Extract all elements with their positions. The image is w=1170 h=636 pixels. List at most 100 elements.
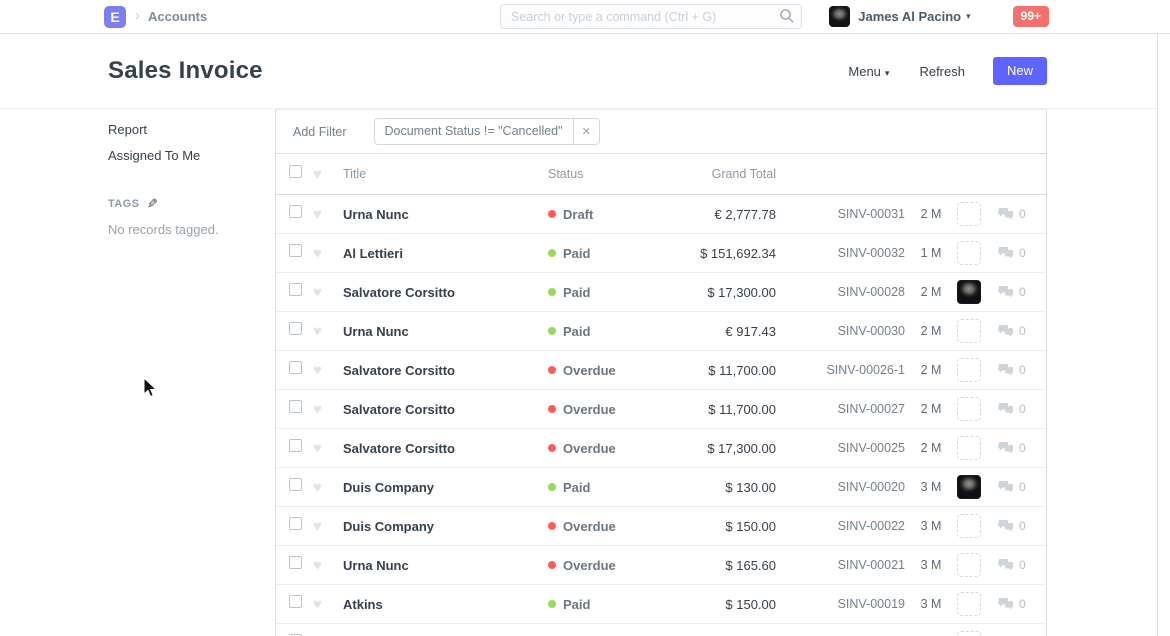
row-checkbox[interactable] bbox=[289, 283, 302, 296]
invoice-id-link[interactable]: SINV-00032 bbox=[776, 246, 905, 260]
assignment-avatar[interactable] bbox=[957, 475, 981, 499]
table-row[interactable]: ♥ Duis Company Overdue $ 150.00 SINV-000… bbox=[276, 507, 1046, 546]
comment-count: 0 bbox=[1019, 480, 1026, 494]
table-row[interactable]: ♥ Salvatore Corsitto Overdue $ 11,700.00… bbox=[276, 351, 1046, 390]
edit-tags-pencil-icon[interactable]: ✎ bbox=[147, 196, 158, 212]
assignment-avatar[interactable] bbox=[957, 319, 981, 343]
filter-chip-label[interactable]: Document Status != "Cancelled" bbox=[375, 119, 573, 144]
row-title-link[interactable]: Duis Company bbox=[343, 480, 548, 495]
refresh-button[interactable]: Refresh bbox=[919, 64, 965, 79]
grand-total-value: $ 151,692.34 bbox=[668, 246, 776, 261]
sidebar-item-report[interactable]: Report bbox=[108, 122, 275, 137]
filter-area: Add Filter Document Status != "Cancelled… bbox=[276, 110, 1046, 154]
like-heart-icon[interactable]: ♥ bbox=[313, 207, 343, 222]
assignment-avatar[interactable] bbox=[957, 514, 981, 538]
assignment-avatar[interactable] bbox=[957, 397, 981, 421]
table-row[interactable]: ♥ Urna Nunc Overdue $ 165.60 SINV-00021 … bbox=[276, 546, 1046, 585]
comment-count: 0 bbox=[1019, 363, 1026, 377]
row-checkbox[interactable] bbox=[289, 478, 302, 491]
app-screen: E › Accounts James Al Pacino ▾ 99+ Sales… bbox=[0, 0, 1170, 636]
like-heart-icon[interactable]: ♥ bbox=[313, 441, 343, 456]
row-title-link[interactable]: Urna Nunc bbox=[343, 324, 548, 339]
row-checkbox[interactable] bbox=[289, 361, 302, 374]
filter-chip[interactable]: Document Status != "Cancelled" ✕ bbox=[374, 118, 600, 145]
assignment-avatar[interactable] bbox=[957, 631, 981, 636]
sidebar-item-assigned-to-me[interactable]: Assigned To Me bbox=[108, 148, 275, 163]
row-title-link[interactable]: Atkins bbox=[343, 597, 548, 612]
row-checkbox[interactable] bbox=[289, 322, 302, 335]
table-row[interactable]: ♥ Salvatore Corsitto Overdue $ 11,700.00… bbox=[276, 390, 1046, 429]
table-row[interactable]: ♥ Urna Nunc Draft € 2,777.78 SINV-00031 … bbox=[276, 195, 1046, 234]
comment-count: 0 bbox=[1019, 207, 1026, 221]
row-checkbox[interactable] bbox=[289, 244, 302, 257]
table-row[interactable]: ♥ Duis Company Paid $ 130.00 SINV-00020 … bbox=[276, 468, 1046, 507]
invoice-id-link[interactable]: SINV-00027 bbox=[776, 402, 905, 416]
assignment-avatar[interactable] bbox=[957, 280, 981, 304]
row-checkbox[interactable] bbox=[289, 205, 302, 218]
assignment-avatar[interactable] bbox=[957, 241, 981, 265]
add-filter-button[interactable]: Add Filter bbox=[293, 125, 347, 139]
like-heart-icon[interactable]: ♥ bbox=[313, 558, 343, 573]
invoice-id-link[interactable]: SINV-00026-1 bbox=[776, 363, 905, 377]
grand-total-value: $ 11,700.00 bbox=[668, 363, 776, 378]
like-heart-icon[interactable]: ♥ bbox=[313, 480, 343, 495]
like-heart-icon[interactable]: ♥ bbox=[313, 285, 343, 300]
invoice-id-link[interactable]: SINV-00021 bbox=[776, 558, 905, 572]
row-checkbox[interactable] bbox=[289, 517, 302, 530]
row-title-link[interactable]: Duis Company bbox=[343, 519, 548, 534]
user-menu[interactable]: James Al Pacino bbox=[858, 9, 961, 24]
like-heart-icon[interactable]: ♥ bbox=[313, 597, 343, 612]
like-heart-icon[interactable]: ♥ bbox=[313, 363, 343, 378]
row-checkbox[interactable] bbox=[289, 595, 302, 608]
new-button[interactable]: New bbox=[993, 57, 1047, 85]
table-row[interactable]: ♥ Al Lettieri Paid $ 151,692.34 SINV-000… bbox=[276, 234, 1046, 273]
row-checkbox[interactable] bbox=[289, 556, 302, 569]
table-row[interactable]: ♥ Salvatore Corsitto Overdue $ 17,300.00… bbox=[276, 429, 1046, 468]
invoice-id-link[interactable]: SINV-00020 bbox=[776, 480, 905, 494]
assignment-avatar[interactable] bbox=[957, 202, 981, 226]
notifications-badge[interactable]: 99+ bbox=[1013, 6, 1049, 27]
breadcrumb[interactable]: Accounts bbox=[148, 9, 207, 24]
row-checkbox[interactable] bbox=[289, 439, 302, 452]
row-title-link[interactable]: Urna Nunc bbox=[343, 207, 548, 222]
row-title-link[interactable]: Salvatore Corsitto bbox=[343, 363, 548, 378]
app-logo[interactable]: E bbox=[104, 6, 126, 28]
comment-icon bbox=[998, 402, 1014, 416]
row-title-link[interactable]: Salvatore Corsitto bbox=[343, 441, 548, 456]
invoice-id-link[interactable]: SINV-00031 bbox=[776, 207, 905, 221]
row-checkbox[interactable] bbox=[289, 400, 302, 413]
comment-icon bbox=[998, 597, 1014, 611]
search-input[interactable] bbox=[500, 4, 802, 29]
chevron-right-icon: › bbox=[135, 7, 140, 24]
assignment-avatar[interactable] bbox=[957, 553, 981, 577]
invoice-id-link[interactable]: SINV-00025 bbox=[776, 441, 905, 455]
assignment-avatar[interactable] bbox=[957, 436, 981, 460]
row-title-link[interactable]: Urna Nunc bbox=[343, 558, 548, 573]
assignment-avatar[interactable] bbox=[957, 358, 981, 382]
status-indicator: Draft bbox=[548, 207, 668, 222]
invoice-id-link[interactable]: SINV-00028 bbox=[776, 285, 905, 299]
chevron-down-icon: ▾ bbox=[885, 68, 890, 78]
user-avatar[interactable] bbox=[829, 6, 850, 27]
row-title-link[interactable]: Salvatore Corsitto bbox=[343, 402, 548, 417]
table-row[interactable]: ♥ Urna Nunc Paid € 917.43 SINV-00030 2 M… bbox=[276, 312, 1046, 351]
table-row[interactable]: ♥ Atkins Paid $ 150.00 SINV-00019 3 M 0 bbox=[276, 585, 1046, 624]
row-title-link[interactable]: Al Lettieri bbox=[343, 246, 548, 261]
like-heart-icon[interactable]: ♥ bbox=[313, 324, 343, 339]
like-heart-icon[interactable]: ♥ bbox=[313, 519, 343, 534]
invoice-id-link[interactable]: SINV-00030 bbox=[776, 324, 905, 338]
like-heart-icon[interactable]: ♥ bbox=[313, 246, 343, 261]
liked-filter-heart-icon[interactable]: ♥ bbox=[313, 167, 343, 182]
table-row[interactable]: ♥ Salvatore Corsitto Paid $ 17,300.00 SI… bbox=[276, 273, 1046, 312]
grand-total-value: € 2,777.78 bbox=[668, 207, 776, 222]
row-title-link[interactable]: Salvatore Corsitto bbox=[343, 285, 548, 300]
scrollbar-track[interactable] bbox=[1157, 0, 1170, 636]
invoice-id-link[interactable]: SINV-00019 bbox=[776, 597, 905, 611]
menu-dropdown[interactable]: Menu▾ bbox=[848, 64, 889, 79]
like-heart-icon[interactable]: ♥ bbox=[313, 402, 343, 417]
table-row[interactable]: ♥ bbox=[276, 624, 1046, 636]
invoice-id-link[interactable]: SINV-00022 bbox=[776, 519, 905, 533]
filter-remove-icon[interactable]: ✕ bbox=[573, 119, 599, 144]
select-all-checkbox[interactable] bbox=[289, 165, 302, 178]
assignment-avatar[interactable] bbox=[957, 592, 981, 616]
